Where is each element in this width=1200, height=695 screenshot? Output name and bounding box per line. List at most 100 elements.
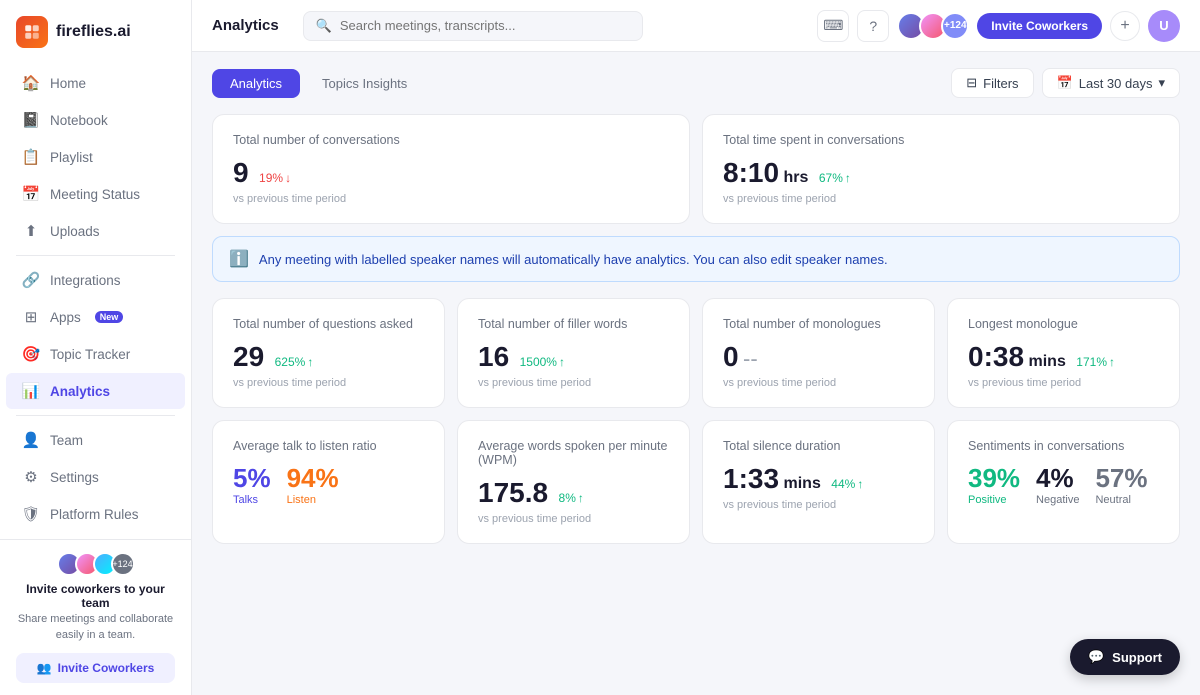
stats-row-2: Total number of questions asked 29 625%↑…: [212, 298, 1180, 408]
stat-card-filler-words: Total number of filler words 16 1500%↑ v…: [457, 298, 690, 408]
stat-dash: --: [743, 346, 758, 371]
sidebar-item-label: Platform Rules: [50, 507, 139, 522]
stat-card-talk-listen: Average talk to listen ratio 5% Talks 94…: [212, 420, 445, 544]
avatar-count: +124: [111, 552, 135, 576]
stat-value: 8:10: [723, 157, 779, 188]
stat-value: 16: [478, 341, 509, 372]
stat-label: Average talk to listen ratio: [233, 439, 424, 453]
stat-card-silence: Total silence duration 1:33 mins 44%↑ vs…: [702, 420, 935, 544]
sidebar-item-label: Analytics: [50, 384, 110, 399]
stat-card-longest-monologue: Longest monologue 0:38 mins 171%↑ vs pre…: [947, 298, 1180, 408]
positive-value: 39%: [968, 463, 1020, 494]
upload-icon: ⬆: [22, 222, 40, 240]
support-button[interactable]: 💬 Support: [1070, 639, 1180, 675]
stat-change: 67%↑: [819, 171, 851, 185]
apps-badge: New: [95, 311, 124, 323]
filter-icon: ⊟: [966, 75, 977, 91]
logo-icon: [16, 16, 48, 48]
sidebar-item-topic-tracker[interactable]: 🎯 Topic Tracker: [6, 336, 185, 372]
stat-unit: mins: [784, 475, 821, 492]
sidebar-item-apps[interactable]: ⊞ Apps New: [6, 299, 185, 335]
stat-value: 9: [233, 157, 249, 188]
support-icon: 💬: [1088, 649, 1104, 665]
add-button[interactable]: +: [1110, 11, 1140, 41]
positive-label: Positive: [968, 494, 1020, 506]
stat-card-questions: Total number of questions asked 29 625%↑…: [212, 298, 445, 408]
calendar-icon: 📅: [22, 185, 40, 203]
sidebar-item-label: Apps: [50, 310, 81, 325]
stat-vs: vs previous time period: [233, 193, 669, 205]
user-avatar[interactable]: U: [1148, 10, 1180, 42]
stat-vs: vs previous time period: [723, 193, 1159, 205]
info-icon: ℹ️: [229, 249, 249, 269]
info-banner: ℹ️ Any meeting with labelled speaker nam…: [212, 236, 1180, 282]
help-button[interactable]: ?: [857, 10, 889, 42]
stat-value-row: 175.8 8%↑: [478, 477, 669, 509]
sidebar-item-playlist[interactable]: 📋 Playlist: [6, 139, 185, 175]
sidebar-item-platform-rules[interactable]: 🛡 Platform Rules: [6, 496, 185, 532]
sidebar-item-home[interactable]: 🏠 Home: [6, 65, 185, 101]
user-plus-icon: 👥: [37, 661, 52, 675]
stat-value: 29: [233, 341, 264, 372]
stat-value-row: 8:10 hrs 67%↑: [723, 157, 1159, 189]
tab-analytics[interactable]: Analytics: [212, 69, 300, 98]
invite-avatars: +124: [16, 552, 175, 576]
date-range-button[interactable]: 📅 Last 30 days ▾: [1042, 68, 1180, 98]
sidebar-item-analytics[interactable]: 📊 Analytics: [6, 373, 185, 409]
search-bar[interactable]: 🔍: [303, 11, 643, 41]
stat-vs: vs previous time period: [723, 499, 914, 511]
stat-label: Total time spent in conversations: [723, 133, 1159, 147]
neutral-value: 57%: [1095, 463, 1147, 494]
stat-value-row: 16 1500%↑: [478, 341, 669, 373]
header-invite-button[interactable]: Invite Coworkers: [977, 13, 1102, 39]
keyboard-shortcut-button[interactable]: ⌨: [817, 10, 849, 42]
stat-value: 175.8: [478, 477, 548, 508]
sidebar-item-uploads[interactable]: ⬆ Uploads: [6, 213, 185, 249]
sidebar-item-team[interactable]: 👤 Team: [6, 422, 185, 458]
header-icons: ⌨ ? +124 Invite Coworkers + U: [817, 10, 1180, 42]
sidebar-item-meeting-status[interactable]: 📅 Meeting Status: [6, 176, 185, 212]
sidebar-divider: [16, 255, 175, 256]
stat-unit: mins: [1029, 353, 1066, 370]
settings-icon: ⚙: [22, 468, 40, 486]
sidebar-item-settings[interactable]: ⚙ Settings: [6, 459, 185, 495]
talk-section: 5% Talks: [233, 463, 271, 506]
team-icon: 👤: [22, 431, 40, 449]
sidebar-invite-button[interactable]: 👥 Invite Coworkers: [16, 653, 175, 683]
filters-button[interactable]: ⊟ Filters: [951, 68, 1033, 98]
stat-value-row: 1:33 mins 44%↑: [723, 463, 914, 495]
sidebar-item-label: Team: [50, 433, 83, 448]
home-icon: 🏠: [22, 74, 40, 92]
main-content: Analytics 🔍 ⌨ ? +124 Invite Coworkers + …: [192, 0, 1200, 695]
stat-label: Average words spoken per minute (WPM): [478, 439, 669, 467]
info-banner-text: Any meeting with labelled speaker names …: [259, 252, 888, 267]
tab-topics-insights[interactable]: Topics Insights: [304, 69, 425, 98]
chevron-down-icon: ▾: [1158, 75, 1165, 91]
sidebar-divider-2: [16, 415, 175, 416]
stat-label: Total number of filler words: [478, 317, 669, 331]
playlist-icon: 📋: [22, 148, 40, 166]
sidebar-bottom: +124 Invite coworkers to your team Share…: [0, 539, 191, 695]
stat-label: Total number of conversations: [233, 133, 669, 147]
stat-value: 0: [723, 341, 739, 372]
search-input[interactable]: [340, 18, 630, 33]
integrations-icon: 🔗: [22, 271, 40, 289]
sidebar-item-label: Topic Tracker: [50, 347, 130, 362]
stat-card-monologues: Total number of monologues 0 -- vs previ…: [702, 298, 935, 408]
sidebar-nav: 🏠 Home 📓 Notebook 📋 Playlist 📅 Meeting S…: [0, 60, 191, 539]
stat-card-wpm: Average words spoken per minute (WPM) 17…: [457, 420, 690, 544]
apps-icon: ⊞: [22, 308, 40, 326]
stat-value-row: 0 --: [723, 341, 914, 373]
stat-change: 171%↑: [1076, 355, 1115, 369]
analytics-icon: 📊: [22, 382, 40, 400]
talk-listen-row: 5% Talks 94% Listen: [233, 463, 424, 506]
sentiment-row: 39% Positive 4% Negative 57% Neutral: [968, 463, 1159, 506]
sidebar-item-integrations[interactable]: 🔗 Integrations: [6, 262, 185, 298]
stat-unit: hrs: [784, 169, 809, 186]
page-title: Analytics: [212, 17, 279, 34]
stats-row-1: Total number of conversations 9 19%↓ vs …: [212, 114, 1180, 224]
stat-card-sentiments: Sentiments in conversations 39% Positive…: [947, 420, 1180, 544]
listen-value: 94%: [287, 463, 339, 494]
sidebar-item-notebook[interactable]: 📓 Notebook: [6, 102, 185, 138]
notebook-icon: 📓: [22, 111, 40, 129]
